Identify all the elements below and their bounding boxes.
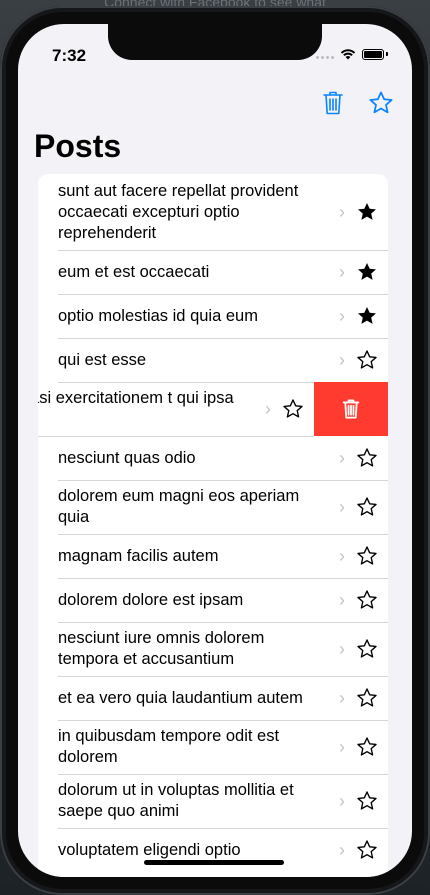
table-row[interactable]: nesciunt iure omnis dolorem tempora et a… bbox=[38, 622, 388, 676]
star-outline-icon[interactable] bbox=[356, 447, 378, 469]
chevron-right-icon: › bbox=[265, 398, 271, 419]
chevron-right-icon: › bbox=[339, 839, 345, 860]
chevron-right-icon: › bbox=[339, 589, 345, 610]
row-title: estias quasi exercitationem t qui ipsa s… bbox=[38, 389, 234, 407]
table-row[interactable]: qui est esse › bbox=[38, 338, 388, 382]
table-row[interactable]: magnam facilis autem › bbox=[38, 534, 388, 578]
trash-icon bbox=[323, 91, 343, 115]
chevron-right-icon: › bbox=[339, 790, 345, 811]
table-row[interactable]: dolorem dolore est ipsam › bbox=[38, 578, 388, 622]
table-row[interactable]: sunt aut facere repellat provident occae… bbox=[38, 174, 388, 250]
row-title: dolorem dolore est ipsam bbox=[58, 590, 244, 609]
row-title: et ea vero quia laudantium autem bbox=[58, 688, 303, 707]
star-outline-icon[interactable] bbox=[356, 790, 378, 812]
status-icons bbox=[316, 48, 388, 60]
table-row[interactable]: optio molestias id quia eum › bbox=[38, 294, 388, 338]
table-row[interactable]: dolorem eum magni eos aperiam quia › bbox=[38, 480, 388, 534]
home-indicator[interactable] bbox=[144, 860, 284, 865]
row-title: eum et est occaecati bbox=[58, 262, 210, 281]
star-outline-icon[interactable] bbox=[356, 839, 378, 861]
status-time: 7:32 bbox=[52, 46, 87, 65]
star-outline-icon[interactable] bbox=[356, 687, 378, 709]
row-title: optio molestias id quia eum bbox=[58, 306, 258, 325]
table-row[interactable]: in quibusdam tempore odit est dolorem › bbox=[38, 720, 388, 774]
app-screen: 7:32 Posts sunt aut facere repellat prov… bbox=[18, 24, 412, 877]
table-row[interactable]: voluptatem eligendi optio › bbox=[38, 828, 388, 872]
star-outline-icon[interactable] bbox=[356, 545, 378, 567]
row-title: qui est esse bbox=[58, 350, 147, 369]
chevron-right-icon: › bbox=[339, 349, 345, 370]
star-filled-icon[interactable] bbox=[356, 305, 378, 327]
star-outline-icon[interactable] bbox=[356, 589, 378, 611]
chevron-right-icon: › bbox=[339, 496, 345, 517]
star-filled-icon[interactable] bbox=[356, 201, 378, 223]
row-title: dolorem eum magni eos aperiam quia bbox=[58, 487, 300, 526]
row-title: dolorum ut in voluptas mollitia et saepe… bbox=[58, 781, 294, 820]
row-title: nesciunt quas odio bbox=[58, 448, 196, 467]
table-row[interactable]: et ea vero quia laudantium autem › bbox=[38, 676, 388, 720]
table-row-swiped[interactable]: estias quasi exercitationem t qui ipsa s… bbox=[38, 382, 388, 436]
table-row[interactable]: nesciunt quas odio › bbox=[38, 436, 388, 480]
star-outline-icon[interactable] bbox=[356, 638, 378, 660]
phone-frame: 7:32 Posts sunt aut facere repellat prov… bbox=[0, 6, 430, 895]
row-title: in quibusdam tempore odit est dolorem bbox=[58, 727, 280, 766]
chevron-right-icon: › bbox=[339, 736, 345, 757]
table-row[interactable]: eum et est occaecati › bbox=[38, 250, 388, 294]
page-title: Posts bbox=[34, 128, 122, 164]
row-title: voluptatem eligendi optio bbox=[58, 840, 241, 859]
chevron-right-icon: › bbox=[339, 447, 345, 468]
chevron-right-icon: › bbox=[339, 305, 345, 326]
chevron-right-icon: › bbox=[339, 261, 345, 282]
swipe-delete-button[interactable] bbox=[314, 382, 388, 436]
posts-table: sunt aut facere repellat provident occae… bbox=[38, 174, 388, 877]
star-outline-icon bbox=[369, 91, 393, 114]
chevron-right-icon: › bbox=[339, 687, 345, 708]
trash-icon bbox=[342, 399, 360, 419]
chevron-right-icon: › bbox=[339, 545, 345, 566]
row-title: sunt aut facere repellat provident occae… bbox=[58, 181, 299, 242]
favorites-button[interactable] bbox=[368, 90, 394, 116]
star-outline-icon[interactable] bbox=[356, 349, 378, 371]
star-outline-icon[interactable] bbox=[356, 736, 378, 758]
star-outline-icon[interactable] bbox=[282, 398, 304, 420]
star-filled-icon[interactable] bbox=[356, 261, 378, 283]
star-outline-icon[interactable] bbox=[356, 496, 378, 518]
row-title: magnam facilis autem bbox=[58, 546, 219, 565]
chevron-right-icon: › bbox=[339, 638, 345, 659]
wifi-icon bbox=[340, 49, 356, 60]
delete-all-button[interactable] bbox=[320, 90, 346, 116]
battery-icon bbox=[362, 48, 384, 60]
row-title: nesciunt iure omnis dolorem tempora et a… bbox=[58, 629, 265, 668]
notch bbox=[108, 24, 322, 60]
nav-buttons bbox=[320, 90, 394, 116]
chevron-right-icon: › bbox=[339, 201, 345, 222]
table-row[interactable]: dolorum ut in voluptas mollitia et saepe… bbox=[38, 774, 388, 828]
signal-icon bbox=[316, 50, 334, 59]
